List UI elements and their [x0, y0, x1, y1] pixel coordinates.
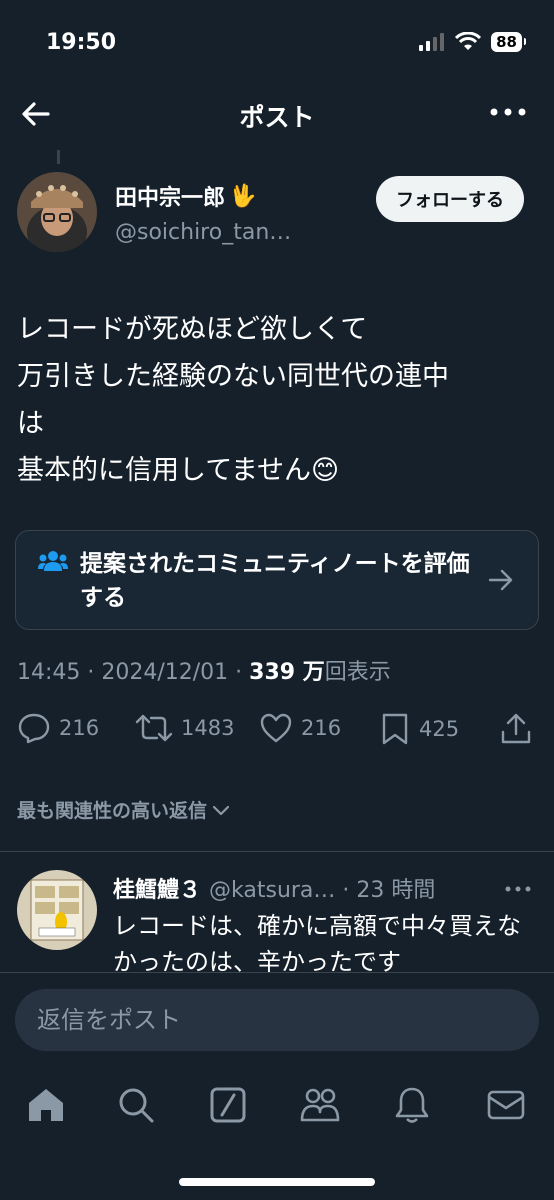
- heart-icon: [260, 713, 292, 743]
- share-action[interactable]: [499, 712, 533, 746]
- reply-text: レコードは、確かに高額で中々買えなかったのは、辛かったです: [113, 912, 521, 976]
- signal-icon: [419, 33, 445, 51]
- status-bar: 19:50 88: [0, 0, 554, 90]
- home-icon: [29, 1089, 63, 1121]
- tab-search[interactable]: [114, 1083, 158, 1127]
- wifi-icon: [455, 32, 482, 50]
- chevron-down-icon: [212, 805, 230, 815]
- reply-header: 桂鱈鱧３ @katsura… · 23 時間: [113, 872, 435, 904]
- author-name-text: 田中宗一郎: [115, 186, 226, 211]
- arrow-right-icon: [488, 569, 513, 591]
- sort-label: 最も関連性の高い返信: [17, 800, 208, 822]
- bell-icon: [395, 1087, 429, 1123]
- search-icon: [119, 1088, 154, 1123]
- tab-home[interactable]: [24, 1083, 68, 1127]
- bookmark-action[interactable]: 425: [379, 712, 459, 746]
- bookmark-count: 425: [419, 717, 460, 741]
- bottom-tabbar: [0, 1083, 554, 1135]
- divider: [0, 851, 554, 852]
- community-note-card[interactable]: 提案されたコミュニティノートを評価する: [15, 530, 539, 630]
- vulcan-salute-emoji: 🖖: [229, 183, 257, 209]
- reply-action[interactable]: 216: [17, 712, 99, 744]
- reply-more-icon[interactable]: [504, 884, 532, 894]
- status-time: 19:50: [46, 30, 117, 55]
- reply-avatar[interactable]: [17, 870, 97, 950]
- tweet-line: は: [17, 408, 44, 439]
- tweet-line: 万引きした経験のない同世代の連中: [17, 361, 449, 392]
- more-options-icon[interactable]: [488, 100, 528, 124]
- battery-indicator: 88: [491, 32, 526, 52]
- reply-handle-time[interactable]: @katsura… · 23 時間: [209, 872, 435, 904]
- view-count: 339 万: [249, 660, 325, 685]
- bottom-panel: 返信をポスト: [0, 972, 554, 1200]
- tweet-line: 基本的に信用してません😊: [17, 455, 340, 486]
- tab-notifications[interactable]: [390, 1083, 434, 1127]
- reply-count: 216: [59, 716, 100, 740]
- retweet-icon: [135, 714, 173, 742]
- mail-icon: [487, 1090, 525, 1120]
- home-indicator: [179, 1178, 375, 1186]
- reply-sort-dropdown[interactable]: 最も関連性の高い返信: [17, 796, 231, 823]
- retweet-count: 1483: [181, 716, 235, 740]
- tweet-line: レコードが死ぬほど欲しくて: [17, 314, 368, 345]
- tab-grok[interactable]: [206, 1083, 250, 1127]
- author-name[interactable]: 田中宗一郎 🖖: [115, 180, 256, 212]
- status-icons: 88: [419, 32, 526, 52]
- like-action[interactable]: 216: [259, 712, 341, 744]
- community-note-label: 提案されたコミュニティノートを評価する: [80, 551, 470, 611]
- tweet-meta: 14:45 · 2024/12/01 · 339 万回表示: [17, 654, 391, 686]
- reply-compose-input[interactable]: 返信をポスト: [15, 989, 539, 1051]
- tweet-timestamp[interactable]: 14:45 · 2024/12/01 ·: [17, 660, 249, 685]
- reply-icon: [18, 713, 50, 744]
- retweet-action[interactable]: 1483: [135, 712, 234, 744]
- community-notes-icon: [38, 551, 68, 571]
- follow-button[interactable]: フォローする: [376, 176, 524, 222]
- author-handle[interactable]: @soichiro_tan…: [115, 220, 291, 245]
- like-count: 216: [301, 716, 342, 740]
- top-navbar: ポスト: [0, 90, 554, 136]
- tweet-actions: 216 1483 216 425: [17, 712, 537, 758]
- page-title: ポスト: [239, 103, 315, 132]
- view-label: 回表示: [324, 660, 391, 685]
- author-avatar[interactable]: [17, 172, 97, 252]
- reply-author-name[interactable]: 桂鱈鱧３: [113, 872, 201, 904]
- tab-communities[interactable]: [298, 1083, 342, 1127]
- communities-icon: [300, 1088, 340, 1122]
- thread-connector: [57, 150, 60, 164]
- bookmark-icon: [382, 713, 408, 745]
- grok-icon: [210, 1087, 246, 1123]
- tweet-text: レコードが死ぬほど欲しくて 万引きした経験のない同世代の連中 は 基本的に信用し…: [17, 306, 537, 494]
- share-icon: [501, 713, 531, 744]
- tab-messages[interactable]: [484, 1083, 528, 1127]
